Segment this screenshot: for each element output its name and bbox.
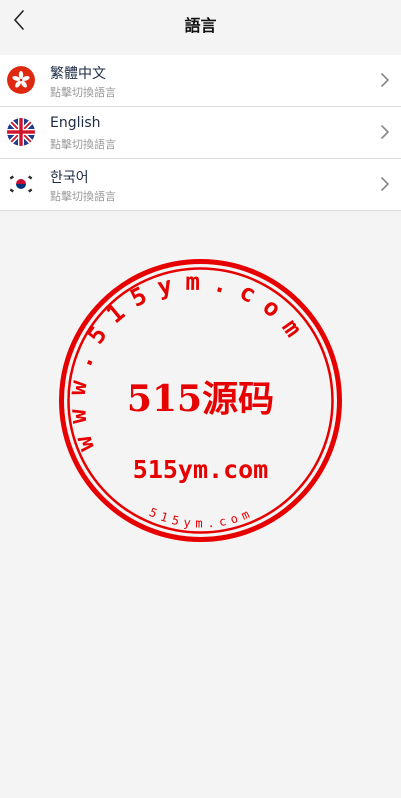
language-hint: 點擊切換語言: [50, 138, 116, 151]
watermark-url: 515ym.com: [133, 455, 268, 484]
language-item-traditional-chinese[interactable]: 繁體中文 點擊切換語言: [0, 55, 401, 107]
south-korea-flag-icon: [7, 170, 35, 198]
header: 語言: [0, 0, 401, 46]
hong-kong-flag-icon: [7, 66, 35, 94]
chevron-right-icon: [381, 177, 389, 191]
watermark-stamp: www.515ym.com 515源码 515ym.com 515ym.com: [58, 258, 343, 543]
chevron-right-icon: [381, 125, 389, 139]
language-list: 繁體中文 點擊切換語言 English 點擊切換語言 한국어 點擊切換語言: [0, 55, 401, 211]
page-title: 語言: [184, 16, 217, 35]
language-name: 繁體中文: [50, 66, 106, 82]
uk-flag-icon: [7, 118, 35, 146]
watermark-center-text: 515源码: [127, 378, 274, 420]
watermark-top-arc: www.515ym.com: [62, 268, 314, 455]
language-hint: 點擊切換語言: [50, 190, 116, 203]
language-hint: 點擊切換語言: [50, 86, 116, 99]
language-name: 한국어: [50, 170, 89, 186]
chevron-right-icon: [381, 73, 389, 87]
language-item-korean[interactable]: 한국어 點擊切換語言: [0, 159, 401, 211]
language-item-english[interactable]: English 點擊切換語言: [0, 107, 401, 159]
language-name: English: [50, 115, 101, 131]
